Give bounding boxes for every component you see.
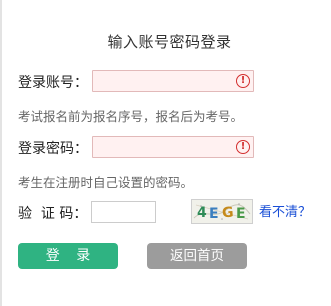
captcha-input[interactable] [91,201,156,223]
account-hint: 考试报名前为报名序号，报名后为考号。 [18,109,244,124]
captcha-image[interactable]: 4 E G E [191,199,253,224]
svg-text:E: E [209,206,219,222]
login-panel: 输入账号密码登录 登录账号： ! 考试报名前为报名序号，报名后为考号。 登录密码… [0,0,331,306]
captcha-refresh-link[interactable]: 看不清？ [259,201,311,220]
exclamation-circle-icon: ! [236,140,250,154]
password-input[interactable]: ! [92,136,254,158]
captcha-label: 验 证 码： [18,206,88,222]
account-label: 登录账号： [18,75,88,91]
exclamation-circle-icon: ! [236,74,250,88]
back-home-button[interactable]: 返回首页 [147,243,247,269]
svg-text:E: E [236,206,246,222]
login-button[interactable]: 登 录 [18,243,118,269]
svg-text:4: 4 [197,205,207,221]
svg-text:G: G [222,205,235,222]
password-hint: 考生在注册时自己设置的密码。 [18,175,194,190]
page-title: 输入账号密码登录 [107,33,232,51]
password-label: 登录密码： [18,141,88,157]
account-input[interactable]: ! [92,70,254,92]
